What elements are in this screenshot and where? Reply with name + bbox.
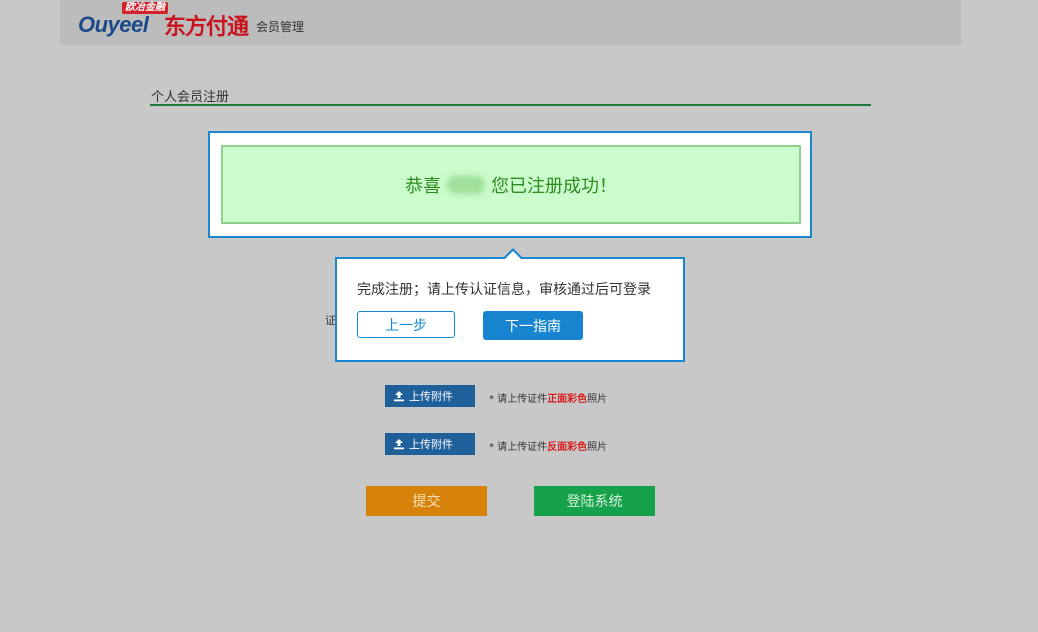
page-title: 个人会员注册 [151, 90, 230, 105]
next-guide-button[interactable]: 下一指南 [483, 311, 583, 340]
note-prefix: * 请上传证件 [489, 394, 548, 405]
success-prefix: 恭喜 [405, 175, 441, 197]
login-system-button[interactable]: 登陆系统 [534, 486, 655, 516]
note-prefix: * 请上传证件 [489, 442, 548, 453]
logo-subtitle: 会员管理 [256, 20, 305, 34]
upload-back-label: 上传附件 [409, 438, 453, 451]
blurred-username [447, 175, 485, 194]
top-header: 欧冶金融 Ouyeel 东方付通 会员管理 [60, 0, 961, 45]
note-highlight: 正面彩色 [547, 394, 588, 405]
note-suffix: 照片 [587, 394, 608, 405]
logo-brand-text: Ouyeel [78, 12, 149, 37]
upload-back-note: * 请上传证件反面彩色照片 [489, 438, 607, 453]
note-highlight: 反面彩色 [547, 442, 588, 453]
tooltip-arrow-fill [504, 251, 522, 260]
guide-tooltip: 完成注册；请上传认证信息，审核通过后可登录 上一步 下一指南 [335, 248, 685, 362]
upload-front-button[interactable]: 上传附件 [385, 385, 475, 407]
note-suffix: 照片 [587, 442, 608, 453]
upload-front-note: * 请上传证件正面彩色照片 [489, 390, 607, 405]
success-suffix: 您已注册成功！ [491, 175, 617, 197]
upload-icon [393, 438, 405, 450]
previous-step-button[interactable]: 上一步 [357, 311, 455, 338]
upload-front-label: 上传附件 [409, 390, 453, 403]
submit-button[interactable]: 提交 [366, 486, 487, 516]
title-divider [150, 104, 871, 106]
success-panel: 恭喜 您已注册成功！ [208, 131, 812, 238]
upload-back-button[interactable]: 上传附件 [385, 433, 475, 455]
tooltip-text: 完成注册；请上传认证信息，审核通过后可登录 [357, 282, 651, 298]
success-message: 恭喜 您已注册成功！ [221, 145, 801, 224]
upload-icon [393, 390, 405, 402]
logo-cn-text: 东方付通 [164, 15, 249, 40]
